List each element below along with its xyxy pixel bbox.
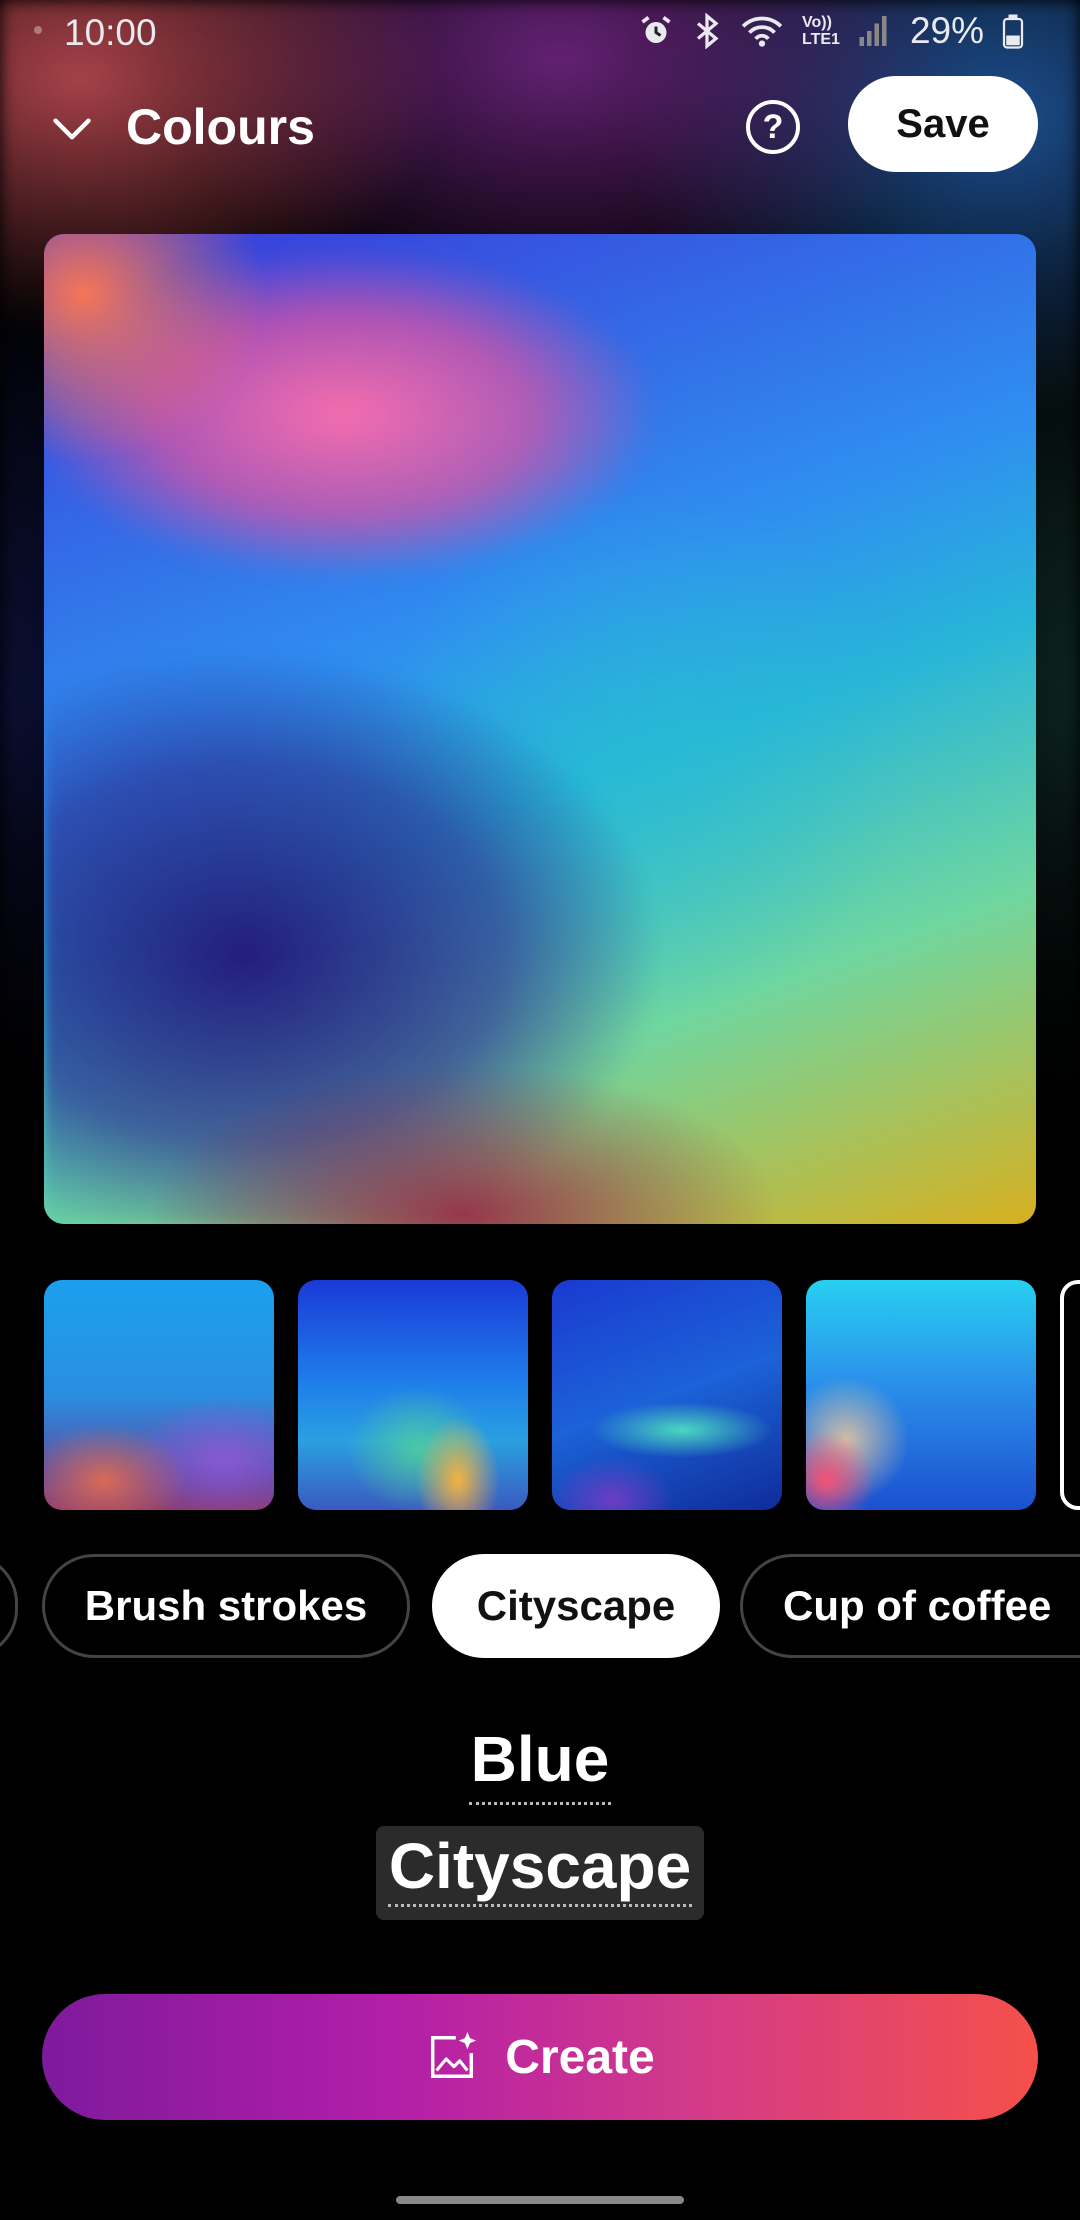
style-thumbnail-1[interactable] — [44, 1280, 274, 1510]
style-thumbnail-3[interactable] — [552, 1280, 782, 1510]
gesture-nav-handle[interactable] — [396, 2196, 684, 2204]
help-icon: ? — [762, 107, 784, 146]
chip-cup-of-coffee[interactable]: Cup of coffee — [740, 1554, 1080, 1658]
wifi-icon — [741, 16, 783, 47]
chevron-down-icon[interactable] — [50, 106, 94, 150]
style-thumbnail-4[interactable] — [806, 1280, 1036, 1510]
style-thumbnails — [44, 1280, 1080, 1512]
page-title: Colours — [126, 99, 315, 155]
dotted-underline — [388, 1904, 692, 1907]
bluetooth-icon — [696, 13, 719, 49]
battery-icon — [1002, 14, 1024, 49]
battery-percent: 29% — [909, 10, 984, 51]
notification-dot — [34, 26, 42, 34]
category-chips: Brush strokes Cityscape Cup of coffee — [0, 1554, 1080, 1658]
prompt-word-colour[interactable]: Blue — [468, 1722, 612, 1805]
create-button[interactable]: Create — [42, 1994, 1038, 2120]
chip-brush-strokes[interactable]: Brush strokes — [42, 1554, 410, 1658]
network-label-top: Vo)) — [802, 14, 832, 31]
status-icons: Vo)) LTE1 29% — [638, 10, 1024, 52]
preview-gradient-orange — [44, 234, 1036, 1224]
style-thumbnail-5[interactable] — [1060, 1280, 1080, 1510]
wallpaper-preview — [44, 234, 1036, 1224]
status-bar: 10:00 Vo)) LTE1 29% — [0, 0, 1080, 70]
signal-icon — [859, 16, 887, 46]
alarm-icon — [641, 16, 671, 43]
create-button-label: Create — [505, 2030, 655, 2084]
style-thumbnail-2[interactable] — [298, 1280, 528, 1510]
chip-cityscape[interactable]: Cityscape — [432, 1554, 720, 1658]
wallpaper-colours-screen: 10:00 Vo)) LTE1 29% Colours ? Save Brush… — [0, 0, 1080, 2220]
prompt-text: Blue Cityscape — [0, 1722, 1080, 1920]
network-label-bottom: LTE1 — [802, 31, 840, 48]
prompt-word-subject: Cityscape — [388, 1830, 692, 1902]
save-button[interactable]: Save — [848, 76, 1038, 172]
status-time: 10:00 — [64, 12, 157, 53]
help-button[interactable]: ? — [746, 100, 800, 154]
header: Colours ? Save — [0, 76, 1080, 176]
prompt-word-subject-box[interactable]: Cityscape — [376, 1826, 704, 1920]
network-label: Vo)) LTE1 — [802, 14, 840, 48]
chip-partial[interactable] — [0, 1554, 18, 1658]
image-sparkle-icon — [431, 2031, 477, 2079]
